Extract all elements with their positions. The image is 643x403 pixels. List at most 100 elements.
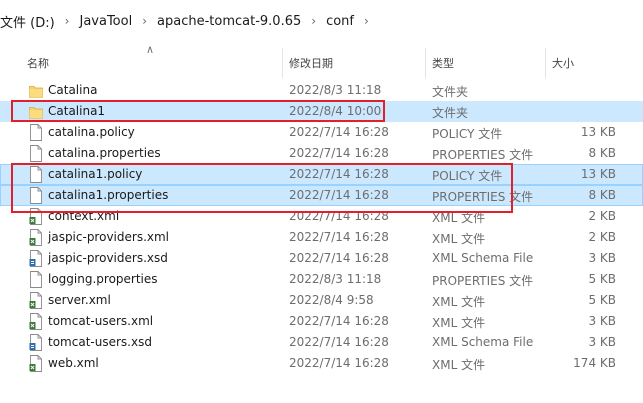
column-divider[interactable] <box>282 48 283 78</box>
file-name: jaspic-providers.xml <box>48 230 170 244</box>
file-icon <box>29 166 43 183</box>
file-modified-date: 2022/8/3 11:18 <box>289 272 382 286</box>
file-type: XML Schema File <box>432 251 534 265</box>
file-row[interactable]: jaspic-providers.xsd 2022/7/14 16:28 XML S… <box>0 248 643 269</box>
xml-file-icon <box>29 355 43 372</box>
file-modified-date: 2022/7/14 16:28 <box>289 314 389 328</box>
file-size: 5 KB <box>588 293 616 307</box>
chevron-right-icon[interactable]: › <box>364 14 369 28</box>
file-row[interactable]: tomcat-users.xsd 2022/7/14 16:28 XML Schem… <box>0 332 643 353</box>
file-size: 2 KB <box>588 230 616 244</box>
folder-icon <box>29 103 43 120</box>
file-modified-date: 2022/7/14 16:28 <box>289 251 389 265</box>
file-type: PROPERTIES 文件 <box>432 274 534 288</box>
xsd-file-icon <box>29 250 43 267</box>
file-name: catalina1.properties <box>48 188 169 202</box>
file-modified-date: 2022/7/14 16:28 <box>289 188 389 202</box>
folder-icon <box>29 82 43 99</box>
xsd-file-icon <box>29 334 43 351</box>
xml-file-icon <box>29 208 43 225</box>
column-divider[interactable] <box>545 48 546 78</box>
file-modified-date: 2022/8/3 11:18 <box>289 83 382 97</box>
file-size: 8 KB <box>588 146 616 160</box>
column-divider[interactable] <box>425 48 426 78</box>
file-name: catalina1.policy <box>48 167 143 181</box>
file-type: PROPERTIES 文件 <box>432 148 534 162</box>
file-type: XML 文件 <box>432 211 486 225</box>
column-header-type[interactable]: 类型 <box>432 55 454 71</box>
file-list: Catalina 2022/8/3 11:18 文件夹 Catalina1 2022/8… <box>0 80 643 374</box>
breadcrumb-javatool[interactable]: JavaTool <box>79 14 132 29</box>
file-name: logging.properties <box>48 272 158 286</box>
file-name: Catalina <box>48 83 98 97</box>
file-type: POLICY 文件 <box>432 127 503 141</box>
file-row[interactable]: tomcat-users.xml 2022/7/14 16:28 XML 文件 3 K… <box>0 311 643 332</box>
file-row[interactable]: Catalina 2022/8/3 11:18 文件夹 <box>0 80 643 101</box>
file-size: 3 KB <box>588 335 616 349</box>
chevron-right-icon[interactable]: › <box>311 14 316 28</box>
column-header-size[interactable]: 大小 <box>552 55 574 71</box>
file-size: 5 KB <box>588 272 616 286</box>
file-size: 13 KB <box>580 125 616 139</box>
file-type: POLICY 文件 <box>432 169 503 183</box>
breadcrumb-drive[interactable]: 文件 (D:) <box>0 12 55 31</box>
file-icon <box>29 124 43 141</box>
file-type: XML 文件 <box>432 358 486 372</box>
column-header-date[interactable]: 修改日期 <box>289 55 333 71</box>
xml-file-icon <box>29 313 43 330</box>
file-row[interactable]: Catalina1 2022/8/4 10:00 文件夹 <box>0 101 643 122</box>
file-name: catalina.policy <box>48 125 135 139</box>
file-icon <box>29 187 43 204</box>
file-modified-date: 2022/7/14 16:28 <box>289 125 389 139</box>
chevron-right-icon[interactable]: › <box>142 14 147 28</box>
file-name: Catalina1 <box>48 104 106 118</box>
file-modified-date: 2022/7/14 16:28 <box>289 230 389 244</box>
file-type: PROPERTIES 文件 <box>432 190 534 204</box>
breadcrumb: 文件 (D:) › JavaTool › apache-tomcat-9.0.6… <box>0 0 643 42</box>
file-size: 3 KB <box>588 314 616 328</box>
file-size: 8 KB <box>588 188 616 202</box>
file-type: XML Schema File <box>432 335 534 349</box>
file-row[interactable]: server.xml 2022/8/4 9:58 XML 文件 5 KB <box>0 290 643 311</box>
file-type: XML 文件 <box>432 295 486 309</box>
chevron-right-icon[interactable]: › <box>65 14 70 28</box>
column-header-name[interactable]: 名称 <box>27 55 49 71</box>
file-modified-date: 2022/8/4 10:00 <box>289 104 382 118</box>
file-name: web.xml <box>48 356 99 370</box>
xml-file-icon <box>29 229 43 246</box>
file-type: XML 文件 <box>432 316 486 330</box>
file-row[interactable]: logging.properties 2022/8/3 11:18 PROPERTI… <box>0 269 643 290</box>
file-row[interactable]: catalina1.properties 2022/7/14 16:28 PROPE… <box>0 185 643 206</box>
file-size: 3 KB <box>588 251 616 265</box>
file-name: catalina.properties <box>48 146 161 160</box>
file-modified-date: 2022/7/14 16:28 <box>289 167 389 181</box>
file-name: tomcat-users.xsd <box>48 335 152 349</box>
breadcrumb-tomcat[interactable]: apache-tomcat-9.0.65 <box>157 14 301 29</box>
file-type: XML 文件 <box>432 232 486 246</box>
file-name: context.xml <box>48 209 120 223</box>
file-type: 文件夹 <box>432 106 469 120</box>
file-icon <box>29 271 43 288</box>
breadcrumb-conf[interactable]: conf <box>326 14 354 29</box>
file-name: server.xml <box>48 293 111 307</box>
file-size: 13 KB <box>580 167 616 181</box>
file-row[interactable]: context.xml 2022/7/14 16:28 XML 文件 2 KB <box>0 206 643 227</box>
xml-file-icon <box>29 292 43 309</box>
file-modified-date: 2022/7/14 16:28 <box>289 146 389 160</box>
file-row[interactable]: catalina.policy 2022/7/14 16:28 POLICY 文件 1… <box>0 122 643 143</box>
file-name: jaspic-providers.xsd <box>48 251 168 265</box>
file-row[interactable]: web.xml 2022/7/14 16:28 XML 文件 174 KB <box>0 353 643 374</box>
file-name: tomcat-users.xml <box>48 314 154 328</box>
file-type: 文件夹 <box>432 85 469 99</box>
sort-ascending-icon: ∧ <box>146 43 155 56</box>
file-size: 2 KB <box>588 209 616 223</box>
file-modified-date: 2022/7/14 16:28 <box>289 335 389 349</box>
file-row[interactable]: catalina.properties 2022/7/14 16:28 PROPER… <box>0 143 643 164</box>
file-modified-date: 2022/7/14 16:28 <box>289 356 389 370</box>
file-modified-date: 2022/8/4 9:58 <box>289 293 374 307</box>
file-size: 174 KB <box>573 356 616 370</box>
column-header: ∧ 名称 修改日期 类型 大小 <box>0 42 643 80</box>
file-modified-date: 2022/7/14 16:28 <box>289 209 389 223</box>
file-row[interactable]: jaspic-providers.xml 2022/7/14 16:28 XML 文… <box>0 227 643 248</box>
file-row[interactable]: catalina1.policy 2022/7/14 16:28 POLICY 文件… <box>0 164 643 185</box>
